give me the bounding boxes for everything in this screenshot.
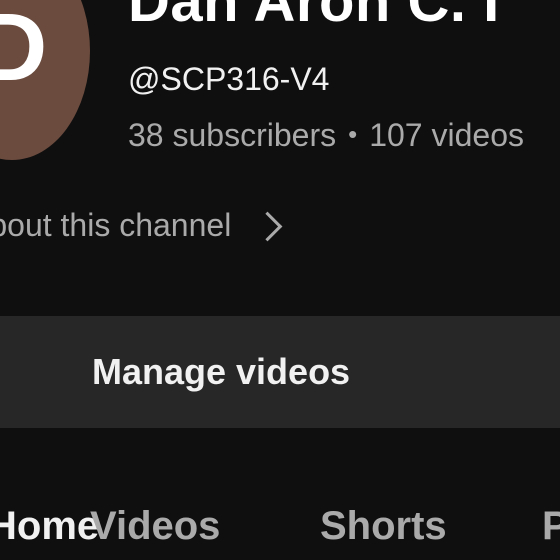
tab-home[interactable]: Home — [0, 504, 99, 548]
about-channel-link[interactable]: About this channel — [0, 206, 283, 244]
manage-videos-label: Manage videos — [92, 351, 351, 392]
tab-videos[interactable]: Videos — [90, 504, 220, 548]
manage-videos-button[interactable]: Manage videos — [0, 316, 560, 428]
avatar-letter: D — [0, 0, 48, 101]
channel-handle: @SCP316-V4 — [128, 61, 330, 97]
subscriber-count: 38 subscribers — [128, 117, 337, 153]
tab-playlists[interactable]: Playlists — [542, 504, 560, 548]
channel-stats: 38 subscribers • 107 videos — [128, 116, 524, 154]
about-channel-label: About this channel — [0, 207, 232, 243]
channel-page: D Dan Aron C. I @SCP316-V4 38 subscriber… — [0, 0, 560, 560]
channel-avatar[interactable]: D — [0, 0, 90, 160]
stats-separator: • — [348, 119, 358, 149]
video-count: 107 videos — [369, 117, 524, 153]
channel-name: Dan Aron C. I — [128, 0, 500, 34]
tab-shorts[interactable]: Shorts — [320, 504, 447, 548]
channel-tabs: Home Videos Shorts Playlists — [0, 500, 560, 560]
chevron-right-icon — [252, 211, 283, 242]
